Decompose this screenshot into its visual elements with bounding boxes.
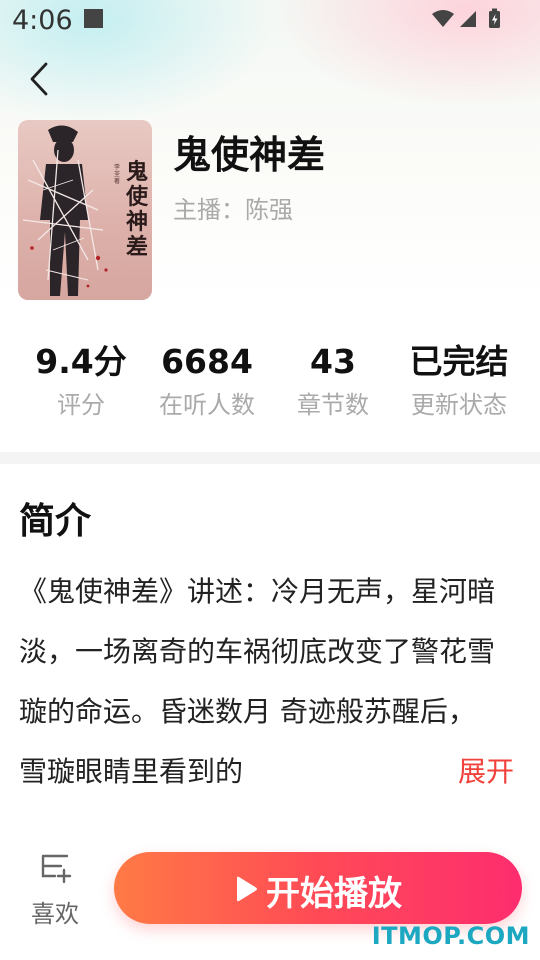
play-button[interactable]: 开始播放 (114, 852, 522, 924)
stat-value: 已完结 (409, 342, 509, 381)
stat-label: 更新状态 (411, 391, 507, 419)
book-cover[interactable]: 李荃著 鬼使神差 (18, 120, 152, 300)
notification-icon (84, 9, 103, 28)
stat-status: 已完结 更新状态 (394, 340, 524, 420)
wifi-signal-battery-icon (432, 8, 500, 28)
status-bar: 4:06 (0, 0, 540, 44)
cover-author: 李荃著 (114, 164, 121, 185)
stat-chapters: 43 章节数 (268, 340, 398, 420)
stat-value: 43 (310, 342, 356, 381)
book-title: 鬼使神差 (173, 133, 326, 177)
stat-listeners: 6684 在听人数 (142, 340, 272, 420)
narrator: 主播：陈强 (173, 196, 293, 224)
intro-fade (420, 742, 462, 802)
back-arrow-icon (30, 62, 48, 96)
stat-value: 6684 (161, 342, 253, 381)
like-list-icon (41, 854, 72, 884)
like-button[interactable]: 喜欢 (22, 848, 88, 928)
expand-button[interactable]: 展开 (458, 752, 515, 792)
like-label: 喜欢 (31, 900, 79, 928)
back-button[interactable] (22, 58, 58, 100)
play-label: 开始播放 (266, 874, 402, 914)
stat-label: 章节数 (297, 391, 369, 419)
play-icon (237, 876, 257, 902)
section-divider (0, 452, 540, 464)
stat-rating: 9.4分 评分 (16, 340, 146, 420)
stat-label: 在听人数 (159, 391, 255, 419)
status-time: 4:06 (12, 5, 73, 36)
stats-row: 9.4分 评分 6684 在听人数 43 章节数 已完结 更新状态 (0, 340, 540, 430)
system-icons (432, 8, 502, 34)
intro-heading: 简介 (19, 501, 92, 542)
cover-title: 鬼使神差 (126, 159, 149, 260)
stat-value: 9.4分 (35, 342, 127, 381)
stat-label: 评分 (57, 391, 105, 419)
watermark: ITMOP.COM (371, 922, 530, 950)
